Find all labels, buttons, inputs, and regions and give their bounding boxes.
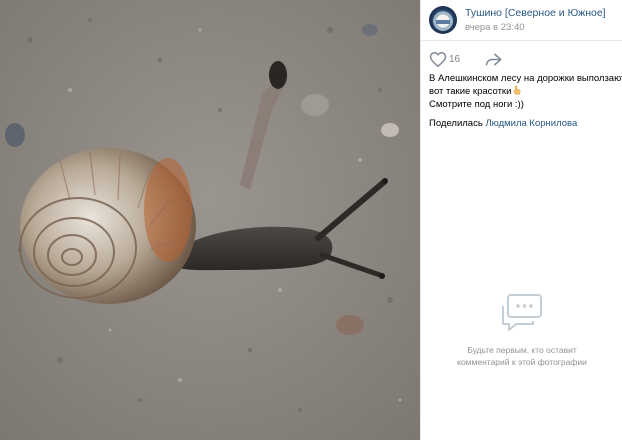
avatar-emblem-bar: [436, 20, 450, 24]
post-header: Тушино [Северное и Южное] вчера в 23:40: [429, 6, 619, 36]
post-text: В Алешкинском лесу на дорожки выползают …: [429, 72, 622, 111]
post-text-line: вот такие красотки: [429, 86, 512, 97]
post-text-line: В Алешкинском лесу на дорожки выползают: [429, 73, 622, 84]
shared-author-link[interactable]: Людмила Корнилова: [485, 118, 577, 129]
share-arrow-icon[interactable]: [485, 51, 503, 68]
group-name-link[interactable]: Тушино [Северное и Южное]: [465, 7, 606, 19]
comments-empty-state: Будьте первым, кто оставит комментарий к…: [421, 292, 622, 368]
post-time[interactable]: вчера в 23:40: [465, 22, 525, 33]
heart-icon[interactable]: [429, 51, 447, 68]
post-actions: 16: [429, 51, 619, 69]
post-sidebar: Тушино [Северное и Южное] вчера в 23:40 …: [420, 0, 622, 440]
pointing-finger-emoji: [513, 85, 521, 95]
group-avatar[interactable]: [429, 6, 457, 34]
post-text-line-with-emoji: вот такие красотки: [429, 85, 619, 98]
post-photo[interactable]: [0, 0, 420, 440]
shared-by: Поделилась Людмила Корнилова: [429, 118, 577, 129]
snail-photo-image: [0, 0, 420, 440]
like-count: 16: [449, 54, 461, 65]
comments-empty-line: комментарий к этой фотографии: [457, 357, 587, 367]
comments-empty-line: Будьте первым, кто оставит: [467, 345, 577, 355]
comments-empty-text: Будьте первым, кто оставит комментарий к…: [421, 344, 622, 368]
header-divider: [421, 40, 622, 41]
speech-bubble-icon: [502, 294, 542, 331]
post-text-line: Смотрите под ноги :)): [429, 99, 524, 110]
shared-prefix: Поделилась: [429, 118, 483, 129]
